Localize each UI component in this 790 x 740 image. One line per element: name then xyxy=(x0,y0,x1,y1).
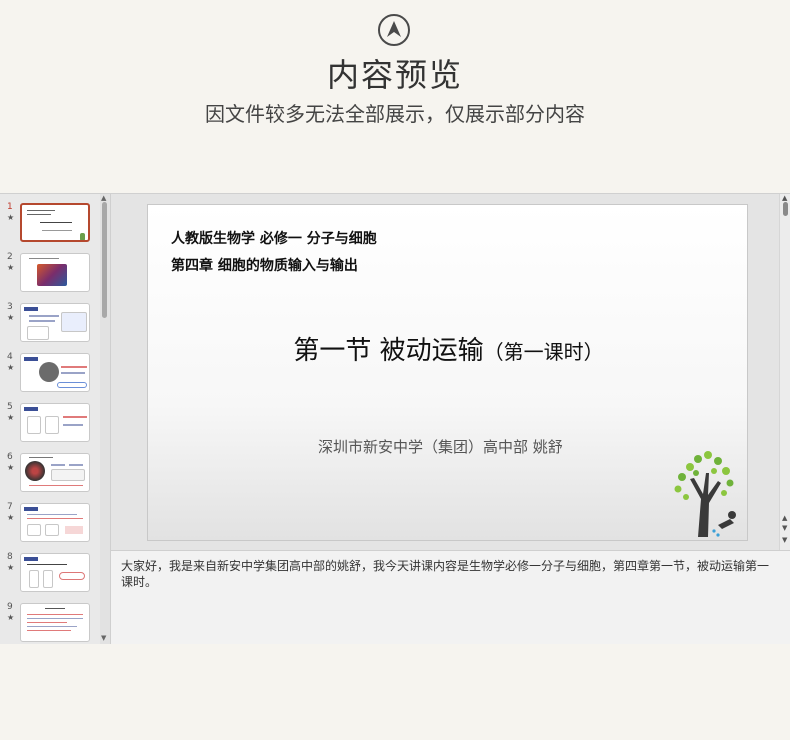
thumbnail-slide-7[interactable]: 7 ★ xyxy=(0,502,100,546)
thumbnail-number: 6 xyxy=(7,452,13,462)
animation-star-icon: ★ xyxy=(7,213,15,222)
slide-scrollbar[interactable]: ▲ ▲ ▼ ▼ xyxy=(779,194,790,550)
thumbnail-number: 3 xyxy=(7,302,13,312)
thumbnail-preview xyxy=(20,353,90,392)
thumbnail-slide-3[interactable]: 3 ★ xyxy=(0,302,100,346)
thumbnail-preview xyxy=(20,303,90,342)
page-subtitle: 因文件较多无法全部展示，仅展示部分内容 xyxy=(205,102,585,126)
animation-star-icon: ★ xyxy=(7,263,15,272)
speaker-notes-text: 大家好，我是来自新安中学集团高中部的姚舒，我今天讲课内容是生物学必修一分子与细胞… xyxy=(121,559,770,589)
animation-star-icon: ★ xyxy=(7,413,15,422)
thumbnail-number: 1 xyxy=(7,202,13,212)
thumbnail-slide-4[interactable]: 4 ★ xyxy=(0,352,100,396)
thumbnail-scrollbar[interactable]: ▲ ▼ xyxy=(100,194,110,644)
animation-star-icon: ★ xyxy=(7,563,15,572)
animation-star-icon: ★ xyxy=(7,613,15,622)
navigation-compass-icon xyxy=(378,14,410,46)
page-title: 内容预览 xyxy=(326,56,463,94)
slide-title-main: 第一节 被动运输 xyxy=(293,336,484,366)
thumbnail-number: 7 xyxy=(7,502,13,512)
presentation-viewer: 1 ★ 2 ★ 3 ★ 4 ★ 5 ★ 6 ★ 7 ★ 8 ★ 9 ★ ▲ ▼ … xyxy=(0,193,790,644)
thumbnail-scroll-thumb[interactable] xyxy=(102,202,107,318)
thumbnail-slide-6[interactable]: 6 ★ xyxy=(0,452,100,496)
animation-star-icon: ★ xyxy=(7,313,15,322)
next-slide-arrow-icon[interactable]: ▼ xyxy=(782,524,787,532)
slide-author: 深圳市新安中学（集团）高中部 姚舒 xyxy=(318,438,563,456)
slide-title-sub: （第一课时） xyxy=(483,340,604,364)
thumbnail-slide-9[interactable]: 9 ★ xyxy=(0,602,100,644)
scroll-up-arrow-icon[interactable]: ▲ xyxy=(782,194,787,202)
animation-star-icon: ★ xyxy=(7,513,15,522)
scroll-down-arrow-icon[interactable]: ▼ xyxy=(101,634,106,642)
thumbnail-number: 2 xyxy=(7,252,13,262)
thumbnail-slide-8[interactable]: 8 ★ xyxy=(0,552,100,596)
thumbnail-slide-5[interactable]: 5 ★ xyxy=(0,402,100,446)
thumbnail-number: 8 xyxy=(7,552,13,562)
tree-illustration-icon xyxy=(674,451,736,537)
thumbnail-preview xyxy=(20,203,90,242)
previous-slide-arrow-icon[interactable]: ▲ xyxy=(782,514,787,522)
animation-star-icon: ★ xyxy=(7,463,15,472)
thumbnail-preview xyxy=(20,253,90,292)
scroll-down-arrow-icon[interactable]: ▼ xyxy=(782,536,787,544)
slide-title: 第一节 被动运输（第一课时） xyxy=(148,330,749,367)
thumbnail-preview xyxy=(20,403,90,442)
slide-thumbnail-panel[interactable]: 1 ★ 2 ★ 3 ★ 4 ★ 5 ★ 6 ★ 7 ★ 8 ★ 9 ★ ▲ ▼ xyxy=(0,194,111,644)
scroll-up-arrow-icon[interactable]: ▲ xyxy=(101,194,106,202)
thumbnail-preview xyxy=(20,503,90,542)
thumbnail-preview xyxy=(20,453,90,492)
thumbnail-number: 5 xyxy=(7,402,13,412)
slide-editor-pane: 人教版生物学 必修一 分子与细胞 第四章 细胞的物质输入与输出 第一节 被动运输… xyxy=(111,194,779,550)
thumbnail-slide-1[interactable]: 1 ★ xyxy=(0,202,100,246)
thumbnail-preview xyxy=(20,603,90,642)
thumbnail-number: 4 xyxy=(7,352,13,362)
slide-course-line: 人教版生物学 必修一 分子与细胞 xyxy=(171,231,377,247)
thumbnail-preview xyxy=(20,553,90,592)
current-slide[interactable]: 人教版生物学 必修一 分子与细胞 第四章 细胞的物质输入与输出 第一节 被动运输… xyxy=(147,204,748,541)
thumbnail-number: 9 xyxy=(7,602,13,612)
animation-star-icon: ★ xyxy=(7,363,15,372)
thumbnail-slide-2[interactable]: 2 ★ xyxy=(0,252,100,296)
speaker-notes[interactable]: 大家好，我是来自新安中学集团高中部的姚舒，我今天讲课内容是生物学必修一分子与细胞… xyxy=(111,550,790,644)
slide-scroll-thumb[interactable] xyxy=(783,202,788,216)
slide-chapter-line: 第四章 细胞的物质输入与输出 xyxy=(171,258,358,274)
